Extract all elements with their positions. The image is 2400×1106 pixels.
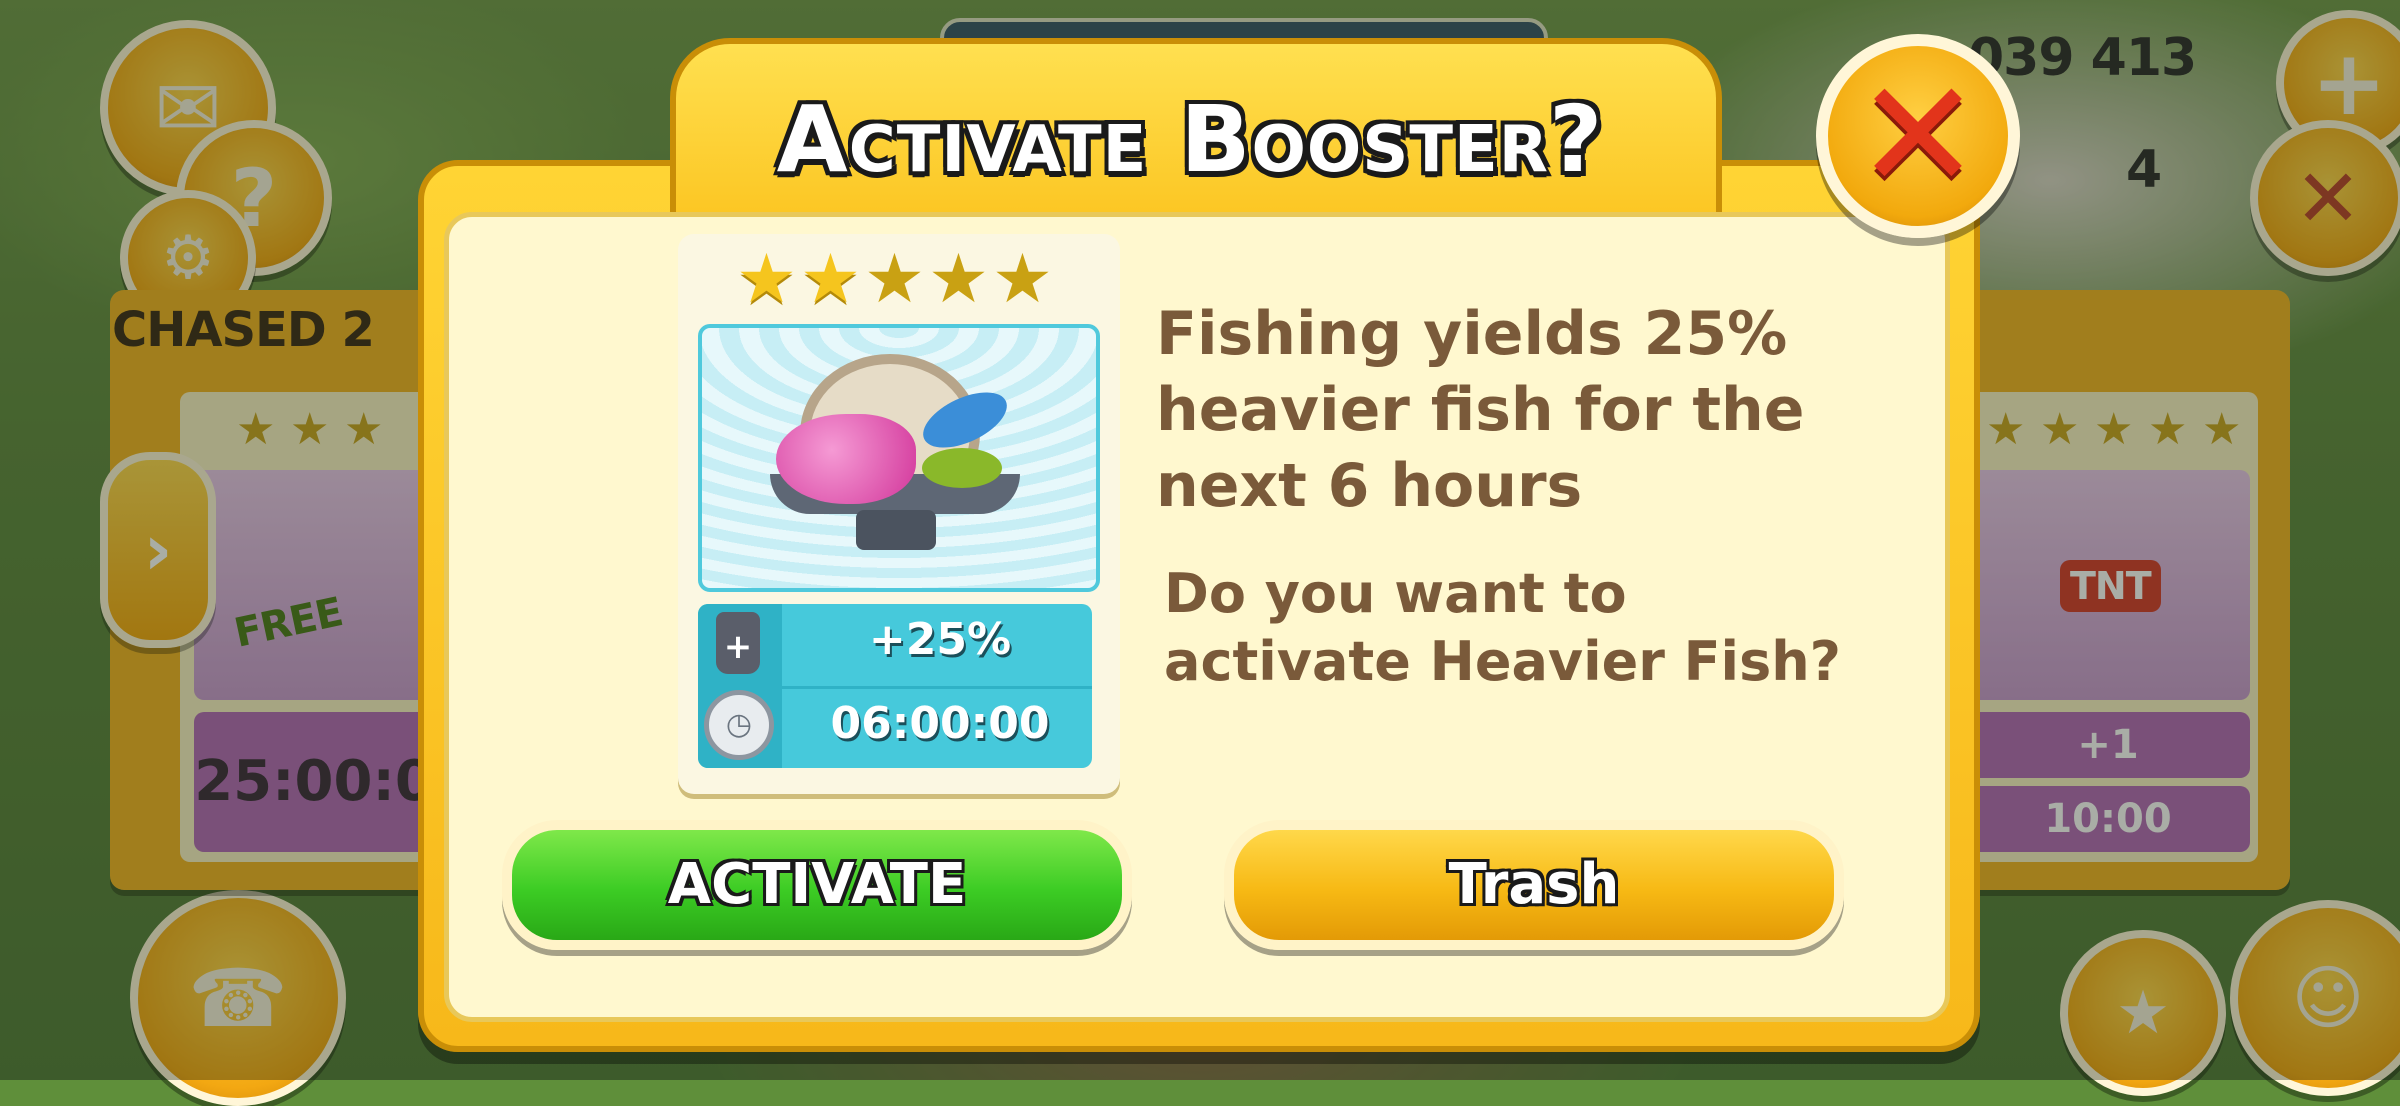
bonus-value: +25% xyxy=(868,614,1012,665)
star-filled-icon: ★ xyxy=(800,240,861,319)
activate-question: Do you want to activate Heavier Fish? xyxy=(1164,562,1841,693)
booster-description: Fishing yields 25% heavier fish for the … xyxy=(1156,299,1805,521)
stat-divider xyxy=(698,686,1092,689)
dialog-title: Activate Booster? xyxy=(776,86,1604,193)
star-empty-icon: ★ xyxy=(992,240,1053,319)
duration-value: 06:00:00 xyxy=(830,698,1050,749)
bowl-base xyxy=(856,510,936,550)
close-button[interactable]: ✕ xyxy=(1816,34,2020,238)
star-empty-icon: ★ xyxy=(864,240,925,319)
pink-fish-icon xyxy=(776,414,916,504)
close-x-icon: ✕ xyxy=(1855,49,1981,223)
stopwatch-icon: ◷ xyxy=(704,690,774,760)
star-filled-icon: ★ xyxy=(736,240,797,319)
green-fish-icon xyxy=(922,448,1002,488)
booster-star-rating: ★ ★ ★ ★ ★ xyxy=(736,240,1066,320)
activate-button[interactable]: ACTIVATE xyxy=(502,820,1132,950)
weight-icon: + xyxy=(716,612,760,674)
star-empty-icon: ★ xyxy=(928,240,989,319)
trash-button[interactable]: Trash xyxy=(1224,820,1844,950)
